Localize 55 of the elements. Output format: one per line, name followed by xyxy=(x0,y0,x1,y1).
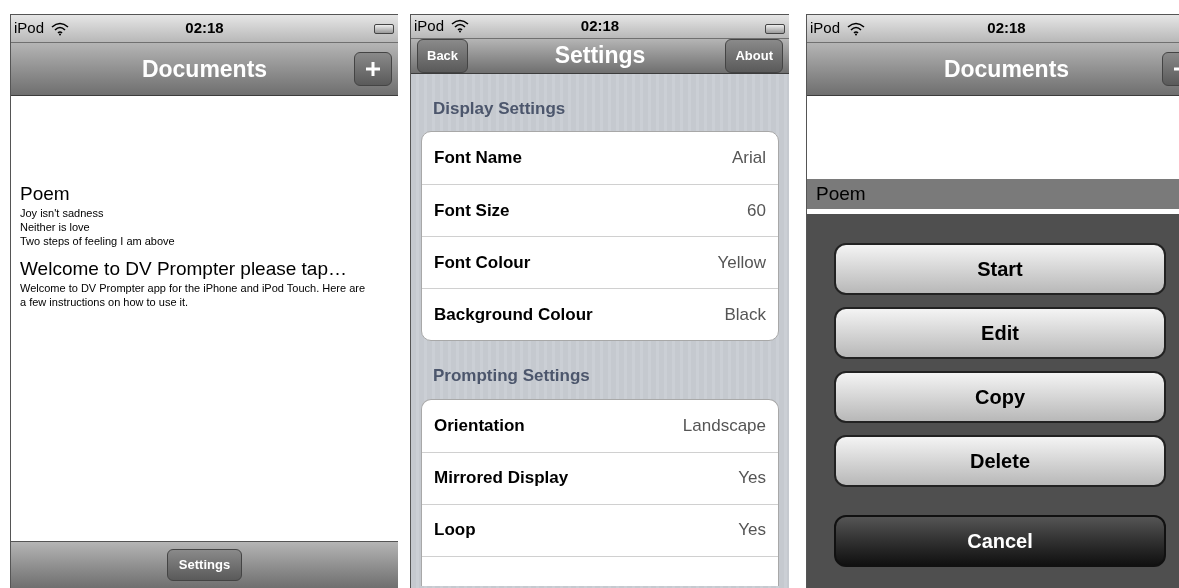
setting-value: Landscape xyxy=(682,414,766,437)
add-button[interactable] xyxy=(354,52,392,86)
action-button[interactable]: Start xyxy=(834,243,1166,295)
carrier-label: iPod xyxy=(14,18,45,39)
action-button[interactable]: Copy xyxy=(834,371,1166,423)
setting-label: Orientation xyxy=(434,414,525,437)
setting-value: Yellow xyxy=(717,251,766,274)
settings-row[interactable]: Orientation Landscape xyxy=(422,399,778,452)
setting-label: Background Colour xyxy=(434,303,593,326)
document-preview: Welcome to DV Prompter app for the iPhone and iPod Touch. Here are a few instructions on how to use it. xyxy=(20,281,367,309)
nav-title: Documents xyxy=(943,54,1070,84)
carrier-label: iPod xyxy=(414,16,445,36)
setting-label: Font Size xyxy=(434,199,510,222)
action-button[interactable]: Delete xyxy=(834,435,1166,487)
settings-button[interactable]: Settings xyxy=(166,549,243,581)
clock-time: 02:18 xyxy=(185,18,224,39)
battery-icon xyxy=(765,24,785,34)
section-header: Prompting Settings xyxy=(432,365,591,387)
nav-title: Documents xyxy=(141,54,268,84)
document-title: Welcome to DV Prompter please tap… xyxy=(20,257,348,281)
settings-row[interactable]: Font Name Arial xyxy=(422,132,778,184)
back-button[interactable]: Back xyxy=(417,38,469,73)
document-preview: Joy isn't sadness xyxy=(20,206,105,220)
setting-label: Font Colour xyxy=(434,251,531,274)
setting-value: Black xyxy=(724,303,766,326)
nav-title: Settings xyxy=(554,41,646,71)
document-preview: Two steps of feeling I am above xyxy=(20,234,176,248)
setting-value: Yes xyxy=(738,519,766,542)
setting-label: Loop xyxy=(434,519,476,542)
settings-row[interactable]: Font Colour Yellow xyxy=(422,236,778,288)
wifi-icon xyxy=(51,21,70,36)
setting-label: Font Name xyxy=(434,147,522,170)
clock-time: 02:18 xyxy=(580,16,620,36)
cancel-button[interactable]: Cancel xyxy=(834,515,1166,567)
setting-value: Arial xyxy=(732,147,766,170)
section-header: Display Settings xyxy=(432,97,567,120)
document-title: Poem xyxy=(816,182,867,206)
settings-row[interactable]: Loop Yes xyxy=(422,503,778,556)
document-title: Poem xyxy=(20,182,71,206)
settings-row[interactable]: Mirrored Display Yes xyxy=(422,451,778,504)
setting-value: 60 xyxy=(747,199,766,222)
clock-time: 02:18 xyxy=(987,18,1026,39)
document-row[interactable]: Poem xyxy=(807,179,1179,209)
wifi-icon xyxy=(847,21,866,36)
setting-value: Yes xyxy=(738,467,766,490)
wifi-icon xyxy=(451,19,470,34)
setting-label: Mirrored Display xyxy=(434,467,569,490)
carrier-label: iPod xyxy=(810,18,841,39)
battery-icon xyxy=(374,24,394,34)
about-button[interactable]: About xyxy=(725,38,783,73)
settings-row[interactable]: Background Colour Black xyxy=(422,288,778,340)
plus-icon xyxy=(366,62,380,76)
document-preview: Neither is love xyxy=(20,220,91,234)
settings-row[interactable]: Font Size 60 xyxy=(422,184,778,236)
action-button[interactable]: Edit xyxy=(834,307,1166,359)
